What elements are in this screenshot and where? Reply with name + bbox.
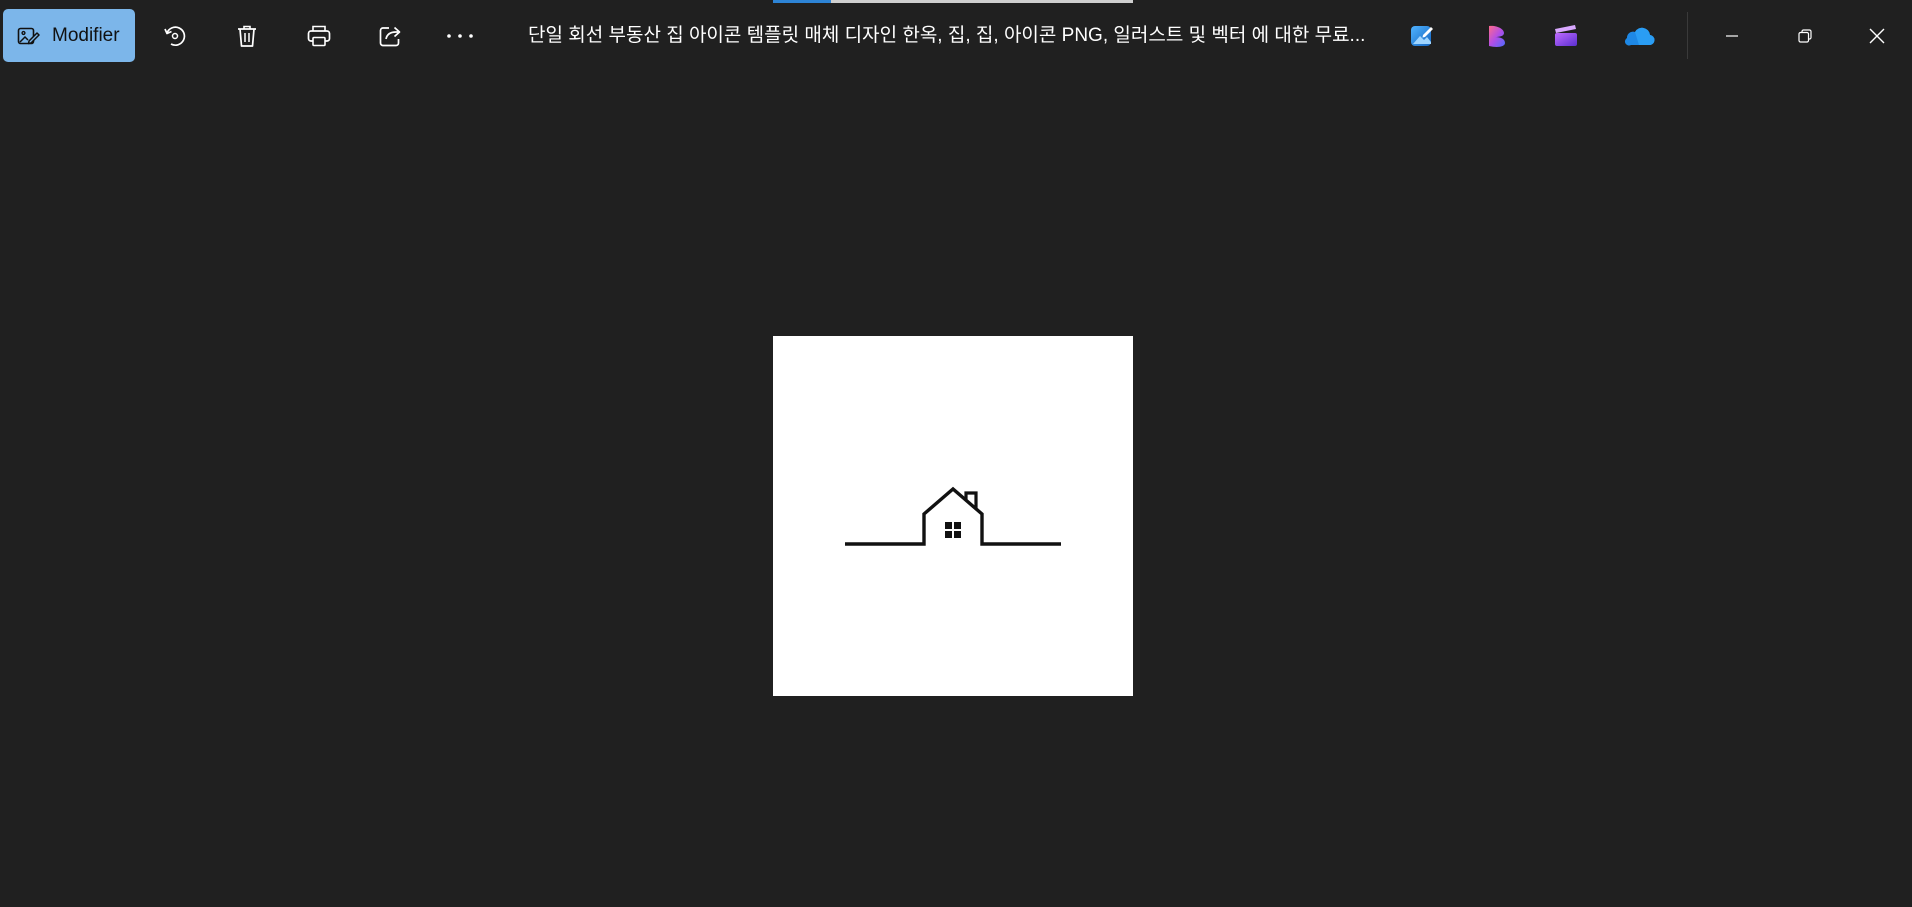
more-icon	[447, 34, 473, 38]
minimize-icon	[1726, 35, 1738, 37]
image-title: 단일 회선 부동산 집 아이콘 템플릿 매체 디자인 한옥, 집, 집, 아이콘…	[528, 25, 1366, 46]
top-toolbar: Modifier 단일 회선 부동산 집 아이콘 템플릿 매체 디자인 한옥, …	[0, 0, 1912, 72]
video-editor-icon	[1555, 25, 1577, 46]
share-icon	[379, 26, 401, 47]
onedrive-icon	[1624, 27, 1655, 46]
more-options-button[interactable]	[437, 13, 483, 59]
clipchamp-button[interactable]	[1480, 20, 1512, 52]
photo-editor-button[interactable]	[1406, 20, 1438, 52]
video-editor-button[interactable]	[1550, 20, 1582, 52]
rotate-button[interactable]	[152, 13, 198, 59]
edit-button-label: Modifier	[52, 24, 120, 46]
delete-icon	[238, 25, 256, 47]
loading-progress-bar	[773, 0, 1133, 3]
house-icon	[845, 486, 1061, 546]
print-icon	[307, 25, 331, 47]
minimize-button[interactable]	[1707, 14, 1757, 58]
close-button[interactable]	[1852, 14, 1902, 58]
restore-icon	[1798, 29, 1812, 43]
loading-progress-fill	[773, 0, 831, 3]
restore-button[interactable]	[1780, 14, 1830, 58]
share-button[interactable]	[368, 13, 414, 59]
clipchamp-icon	[1489, 25, 1505, 47]
print-button[interactable]	[296, 13, 342, 59]
close-icon	[1869, 28, 1885, 44]
edit-button[interactable]: Modifier	[3, 9, 135, 62]
rotate-icon	[164, 26, 186, 47]
onedrive-button[interactable]	[1623, 20, 1655, 52]
delete-button[interactable]	[224, 13, 270, 59]
displayed-image[interactable]	[773, 336, 1133, 696]
edit-image-icon	[17, 27, 40, 44]
photo-editor-icon	[1411, 26, 1433, 46]
toolbar-divider	[1687, 12, 1688, 59]
